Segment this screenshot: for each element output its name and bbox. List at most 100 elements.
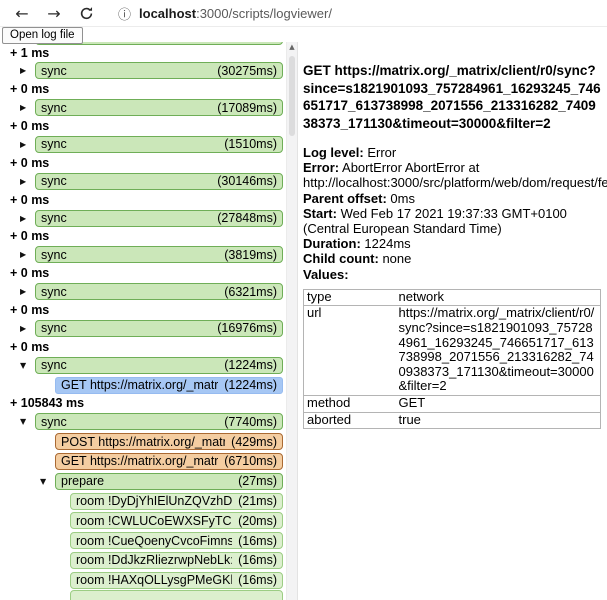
url-bar[interactable]: ⓘ localhost:3000/scripts/logviewer/ xyxy=(118,4,607,23)
log-entry-pill[interactable]: room !DdJkzRliezrwpNebLk:… (16ms) xyxy=(70,552,283,569)
tree-row: ▶ sync (27848ms) xyxy=(0,208,286,228)
tree-row: ▶ sync (16976ms) xyxy=(0,319,286,339)
open-log-file-button[interactable]: Open log file xyxy=(2,27,83,44)
expand-arrow-icon[interactable]: ▶ xyxy=(20,103,35,112)
gap-label: + 0 ms xyxy=(10,229,49,243)
value-key: aborted xyxy=(304,412,396,429)
tree-row: ▶ sync (1510ms) xyxy=(0,135,286,155)
field-value: 1224ms xyxy=(364,236,410,251)
values-table-row: aborted true xyxy=(304,412,601,429)
entry-duration: (21ms) xyxy=(238,494,277,508)
entry-name: sync xyxy=(41,211,67,225)
field-value: Wed Feb 17 2021 19:37:33 GMT+0100 (Centr… xyxy=(303,206,567,236)
gap-label: + 0 ms xyxy=(10,82,49,96)
tree-time-gap: + 0 ms xyxy=(0,154,286,171)
entry-duration: (6321ms) xyxy=(224,285,277,299)
forward-icon[interactable]: → xyxy=(42,1,66,25)
detail-field: Child count: none xyxy=(303,251,601,266)
tree-row: room !DdJkzRliezrwpNebLk:… (16ms) xyxy=(0,551,286,571)
entry-name: sync xyxy=(41,101,67,115)
log-entry-pill[interactable]: sync (6321ms) xyxy=(35,283,283,300)
tree-time-gap: + 0 ms xyxy=(0,302,286,319)
entry-duration: (6710ms) xyxy=(224,454,277,468)
log-entry-pill[interactable]: POST https://matrix.org/_matri… (429ms) xyxy=(55,433,283,450)
expand-arrow-icon[interactable]: ▶ xyxy=(20,66,35,75)
detail-fields: Log level: Error Error: AbortError Abort… xyxy=(303,145,601,282)
entry-duration: (1224ms) xyxy=(224,358,277,372)
entry-name: sync xyxy=(41,358,67,372)
log-entry-pill[interactable]: sync (17089ms) xyxy=(35,99,283,116)
entry-name: sync xyxy=(41,285,67,299)
log-entry-pill[interactable]: room !CueQoenyCvcoFimnsf… (16ms) xyxy=(70,532,283,549)
log-entry-pill[interactable]: sync (7740ms) xyxy=(35,413,283,430)
entry-name: room !HAXqOLLysgPMeGKh… xyxy=(76,573,232,587)
entry-name: sync xyxy=(41,321,67,335)
url-path: :3000/scripts/logviewer/ xyxy=(196,6,332,21)
detail-field: Log level: Error xyxy=(303,145,601,160)
field-label: Child count: xyxy=(303,251,379,266)
detail-field: Error: AbortError AbortError at http://l… xyxy=(303,160,601,190)
entry-name: room !DyDjYhIElUnZQVzhD… xyxy=(76,494,232,508)
log-entry-pill[interactable]: sync (1224ms) xyxy=(35,357,283,374)
entry-duration: (16ms) xyxy=(238,573,277,587)
log-tree: + 1 ms ▶ sync (30275ms) + 0 ms ▶ sync (1… xyxy=(0,42,286,600)
tree-row: ▶ sync (17089ms) xyxy=(0,98,286,118)
entry-duration: (16ms) xyxy=(238,553,277,567)
main-split: + 1 ms ▶ sync (30275ms) + 0 ms ▶ sync (1… xyxy=(0,42,607,600)
field-label: Error: xyxy=(303,160,339,175)
entry-name: sync xyxy=(41,415,67,429)
expand-arrow-icon[interactable]: ▶ xyxy=(20,177,35,186)
values-table-row: url https://matrix.org/_matrix/client/r0… xyxy=(304,306,601,396)
entry-duration: (17089ms) xyxy=(217,101,277,115)
log-entry-pill[interactable]: GET https://matrix.org/_matri… (6710ms) xyxy=(55,453,283,470)
log-entry-pill[interactable]: sync (30146ms) xyxy=(35,173,283,190)
tree-time-gap: + 0 ms xyxy=(0,265,286,282)
value-key: url xyxy=(304,306,396,396)
partial-log-entry-bottom[interactable] xyxy=(70,590,283,600)
detail-field: Duration: 1224ms xyxy=(303,236,601,251)
field-value: none xyxy=(382,251,411,266)
expand-arrow-icon[interactable]: ▶ xyxy=(20,140,35,149)
log-detail-panel: GET https://matrix.org/_matrix/client/r0… xyxy=(298,42,607,600)
gap-label: + 1 ms xyxy=(10,46,49,60)
back-icon[interactable]: ← xyxy=(10,1,34,25)
entry-name: room !CueQoenyCvcoFimnsf… xyxy=(76,534,232,548)
reload-icon[interactable] xyxy=(74,1,98,25)
entry-duration: (27ms) xyxy=(238,474,277,488)
file-toolbar: Open log file xyxy=(0,27,607,42)
log-entry-pill[interactable]: room !DyDjYhIElUnZQVzhD… (21ms) xyxy=(70,493,283,510)
expand-arrow-icon[interactable]: ▶ xyxy=(20,287,35,296)
entry-duration: (30146ms) xyxy=(217,174,277,188)
log-entry-pill[interactable]: room !HAXqOLLysgPMeGKh… (16ms) xyxy=(70,572,283,589)
log-entry-pill[interactable]: prepare (27ms) xyxy=(55,473,283,490)
expand-arrow-icon[interactable]: ▼ xyxy=(20,417,35,426)
expand-arrow-icon[interactable]: ▶ xyxy=(20,250,35,259)
field-value: 0ms xyxy=(390,191,415,206)
tree-scrollbar[interactable]: ▲ xyxy=(286,42,298,600)
scrollbar-thumb[interactable] xyxy=(289,56,295,136)
expand-arrow-icon[interactable]: ▼ xyxy=(20,361,35,370)
scrollbar-up-icon[interactable]: ▲ xyxy=(287,43,297,51)
gap-label: + 0 ms xyxy=(10,119,49,133)
gap-label: + 0 ms xyxy=(10,303,49,317)
expand-arrow-icon[interactable]: ▶ xyxy=(20,324,35,333)
site-info-icon[interactable]: ⓘ xyxy=(118,4,131,23)
tree-row: GET https://matrix.org/_matri… (6710ms) xyxy=(0,452,286,472)
log-entry-pill[interactable]: sync (16976ms) xyxy=(35,320,283,337)
gap-label: + 105843 ms xyxy=(10,396,84,410)
log-entry-pill[interactable]: GET https://matrix.org/_matri… (1224ms) xyxy=(55,377,283,394)
expand-arrow-icon[interactable]: ▶ xyxy=(20,214,35,223)
expand-arrow-icon[interactable]: ▼ xyxy=(40,477,55,486)
log-entry-pill[interactable]: sync (3819ms) xyxy=(35,246,283,263)
gap-label: + 0 ms xyxy=(10,156,49,170)
tree-time-gap: + 0 ms xyxy=(0,228,286,245)
field-value: Error xyxy=(367,145,396,160)
tree-row: ▶ sync (30275ms) xyxy=(0,61,286,81)
entry-duration: (16976ms) xyxy=(217,321,277,335)
entry-duration: (3819ms) xyxy=(224,248,277,262)
log-entry-pill[interactable]: sync (30275ms) xyxy=(35,62,283,79)
log-entry-pill[interactable]: sync (27848ms) xyxy=(35,210,283,227)
log-entry-pill[interactable]: room !CWLUCoEWXSFyTC… (20ms) xyxy=(70,512,283,529)
log-entry-pill[interactable]: sync (1510ms) xyxy=(35,136,283,153)
values-table-row: method GET xyxy=(304,395,601,412)
